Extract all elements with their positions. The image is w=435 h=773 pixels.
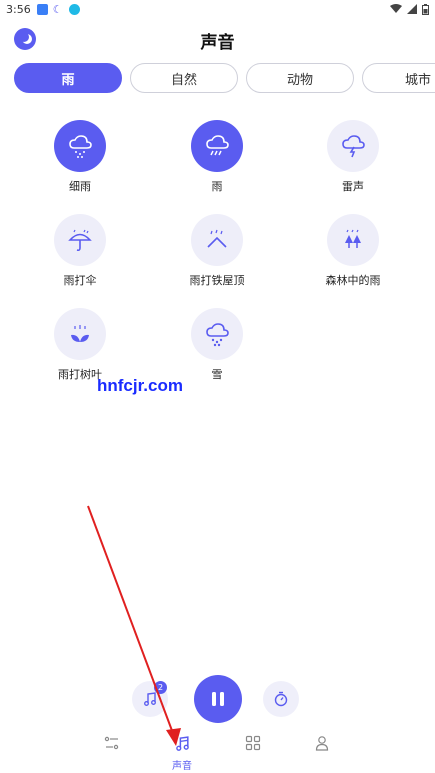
drizzle-cloud-icon <box>54 120 106 172</box>
sound-label: 雨 <box>211 180 223 193</box>
sound-rain-leaf[interactable]: 雨打树叶 <box>30 308 130 382</box>
snow-cloud-icon <box>191 308 243 360</box>
rain-cloud-icon <box>191 120 243 172</box>
wifi-icon <box>390 4 402 13</box>
annotation-arrow <box>87 505 181 746</box>
thunder-cloud-icon <box>327 120 379 172</box>
tab-city[interactable]: 城市 <box>362 63 435 93</box>
tab-nature[interactable]: 自然 <box>130 63 238 93</box>
status-bar: 3:56 ☾ <box>0 0 435 18</box>
sound-umbrella-rain[interactable]: 雨打伞 <box>30 214 130 288</box>
battery-icon <box>422 3 429 15</box>
nav-sound-label: 声音 <box>172 761 192 772</box>
pause-button[interactable] <box>194 675 242 723</box>
sound-forest-rain[interactable]: 森林中的雨 <box>303 214 403 288</box>
rain-roof-icon <box>191 214 243 266</box>
header: 声音 <box>0 24 435 56</box>
grid-icon <box>245 735 261 751</box>
status-icons <box>390 3 429 15</box>
music-note-icon <box>175 736 189 751</box>
user-icon <box>315 736 329 751</box>
status-time: 3:56 <box>6 2 31 16</box>
sound-label: 森林中的雨 <box>325 274 381 287</box>
watermark-text: hnfcjr.com <box>97 376 183 395</box>
sound-rain-roof[interactable]: 雨打铁屋顶 <box>167 214 267 288</box>
sound-thunder[interactable]: 雷声 <box>303 120 403 194</box>
sound-label: 雷声 <box>342 180 364 193</box>
moon-notification-icon: ☾ <box>52 2 63 16</box>
music-note-icon <box>144 692 156 706</box>
tab-animals[interactable]: 动物 <box>246 63 354 93</box>
playlist-count-badge: 2 <box>154 681 167 694</box>
sound-label: 雨打铁屋顶 <box>189 274 245 287</box>
sound-rain[interactable]: 雨 <box>167 120 267 194</box>
signal-icon <box>407 4 417 14</box>
bottom-nav: 声音 <box>0 735 435 773</box>
forest-rain-icon <box>327 214 379 266</box>
pause-icon <box>212 692 224 706</box>
sound-drizzle[interactable]: 细雨 <box>30 120 130 194</box>
stopwatch-icon <box>274 691 288 707</box>
app-notification-icon <box>36 3 48 15</box>
player-bar: 2 <box>0 675 435 723</box>
category-tabs: 雨 自然 动物 城市 <box>14 63 435 93</box>
nav-profile[interactable] <box>292 735 352 755</box>
sliders-icon <box>104 736 119 750</box>
nav-sound[interactable]: 声音 <box>152 735 212 772</box>
sound-snow[interactable]: 雪 <box>167 308 267 382</box>
timer-button[interactable] <box>263 681 299 717</box>
nav-grid[interactable] <box>223 735 283 755</box>
download-notification-icon <box>68 3 80 15</box>
tab-rain[interactable]: 雨 <box>14 63 122 93</box>
umbrella-rain-icon <box>54 214 106 266</box>
rain-leaf-icon <box>54 308 106 360</box>
sound-label: 细雨 <box>69 180 91 193</box>
sound-label: 雨打伞 <box>63 274 97 287</box>
nav-mixer[interactable] <box>82 735 142 755</box>
page-title: 声音 <box>200 33 235 53</box>
